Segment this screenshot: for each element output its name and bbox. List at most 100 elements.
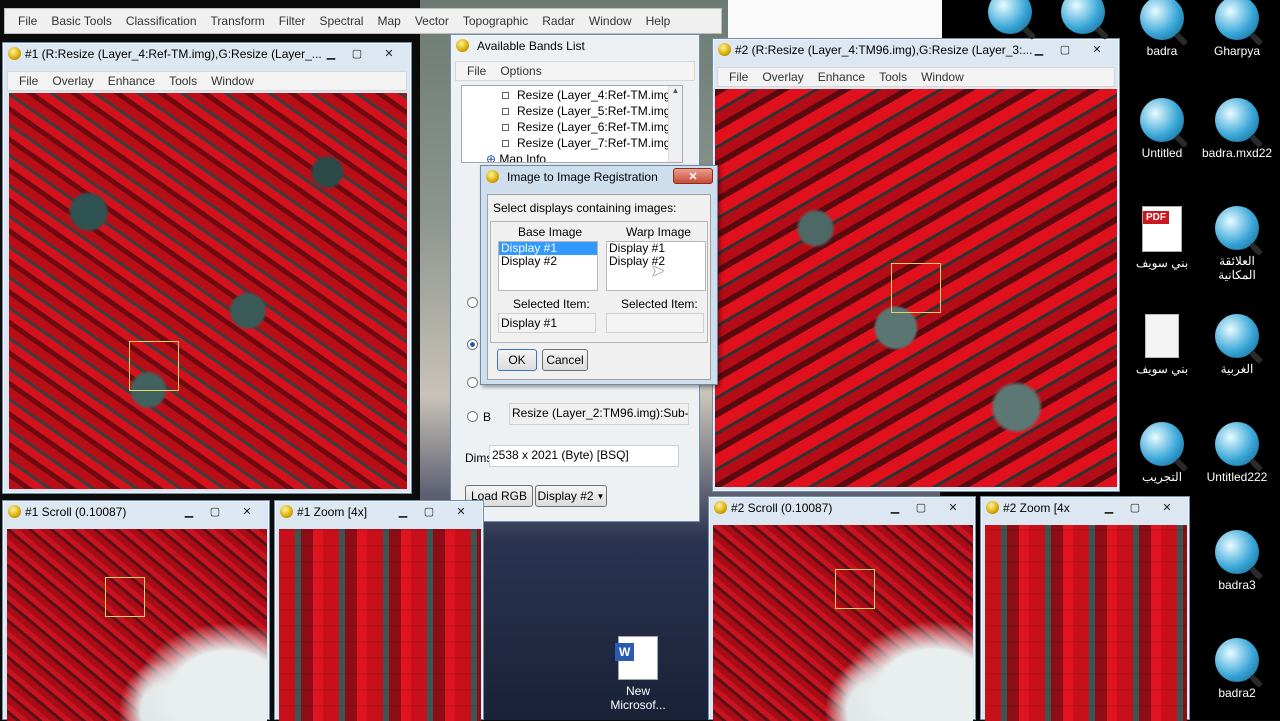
desktop-icon[interactable]: Untitled222 bbox=[1202, 422, 1272, 484]
minimize-icon[interactable]: ▁ bbox=[391, 503, 415, 519]
close-icon[interactable]: ✕ bbox=[229, 503, 265, 519]
blank-file-icon bbox=[1145, 314, 1179, 358]
display2-menu-tools[interactable]: Tools bbox=[872, 70, 914, 84]
list-item[interactable]: Display #2 bbox=[499, 255, 597, 268]
menu-help[interactable]: Help bbox=[639, 14, 678, 28]
warp-image-header: Warp Image bbox=[626, 225, 691, 239]
band-item[interactable]: Resize (Layer_4:Ref-TM.img) bbox=[502, 88, 674, 102]
menu-map[interactable]: Map bbox=[370, 14, 407, 28]
desktop-icon[interactable]: التجريب bbox=[1127, 422, 1197, 484]
envi-app-icon bbox=[456, 39, 469, 52]
display1-menu-file[interactable]: File bbox=[12, 74, 45, 88]
menu-vector[interactable]: Vector bbox=[408, 14, 456, 28]
zoom1-image[interactable] bbox=[279, 529, 481, 721]
band-item[interactable]: Resize (Layer_5:Ref-TM.img) bbox=[502, 104, 674, 118]
bands-tree: Resize (Layer_4:Ref-TM.img) Resize (Laye… bbox=[461, 85, 683, 163]
minimize-icon[interactable]: ▁ bbox=[883, 499, 907, 515]
radio-button[interactable] bbox=[467, 377, 478, 388]
desktop-icon[interactable]: العلائقة المكانية bbox=[1202, 206, 1272, 282]
globe-icon bbox=[1215, 638, 1259, 682]
minimize-icon[interactable]: ▁ bbox=[1027, 41, 1051, 57]
desktop-icon[interactable] bbox=[1048, 0, 1118, 38]
display1-menu-window[interactable]: Window bbox=[204, 74, 261, 88]
maximize-icon[interactable]: ▢ bbox=[909, 499, 933, 515]
display2-menu-enhance[interactable]: Enhance bbox=[811, 70, 872, 84]
display2-image[interactable] bbox=[715, 89, 1117, 487]
zoom2-image[interactable] bbox=[985, 525, 1187, 721]
display1-menu-overlay[interactable]: Overlay bbox=[45, 74, 100, 88]
radio-button[interactable] bbox=[467, 339, 478, 350]
cancel-button[interactable]: Cancel bbox=[542, 349, 588, 371]
globe-icon bbox=[1215, 0, 1259, 40]
display2-menubar: File Overlay Enhance Tools Window bbox=[717, 67, 1115, 87]
globe-icon bbox=[1215, 422, 1259, 466]
zoom-box[interactable] bbox=[891, 263, 941, 313]
desktop-icon[interactable]: بني سويف bbox=[1127, 314, 1197, 376]
bands-menu-file[interactable]: File bbox=[460, 64, 493, 78]
globe-icon bbox=[988, 0, 1032, 34]
scroll1-title: #1 Scroll (0.10087) bbox=[25, 505, 127, 519]
menu-basic-tools[interactable]: Basic Tools bbox=[44, 14, 118, 28]
maximize-icon[interactable]: ▢ bbox=[417, 503, 441, 519]
display1-image[interactable] bbox=[9, 93, 407, 489]
desktop-icon[interactable]: Gharpya bbox=[1202, 0, 1272, 58]
menu-radar[interactable]: Radar bbox=[535, 14, 582, 28]
base-image-list[interactable]: Display #1 Display #2 bbox=[498, 241, 598, 291]
scroll-box[interactable] bbox=[105, 577, 145, 617]
menu-file[interactable]: File bbox=[11, 14, 44, 28]
tree-scrollbar[interactable]: ▲ bbox=[668, 86, 682, 162]
desktop-icon[interactable]: Untitled bbox=[1127, 98, 1197, 160]
menu-filter[interactable]: Filter bbox=[272, 14, 313, 28]
close-icon[interactable]: ✕ bbox=[1149, 499, 1185, 515]
radio-button[interactable] bbox=[467, 297, 478, 308]
radio-button-b[interactable] bbox=[467, 411, 478, 422]
display1-window: #1 (R:Resize (Layer_4:Ref-TM.img),G:Resi… bbox=[2, 42, 412, 494]
minimize-icon[interactable]: ▁ bbox=[1097, 499, 1121, 515]
desktop-icon[interactable]: badra2 bbox=[1202, 638, 1272, 700]
scroll-box[interactable] bbox=[835, 569, 875, 609]
minimize-icon[interactable]: ▁ bbox=[319, 45, 343, 61]
bands-titlebar[interactable]: Available Bands List bbox=[451, 35, 699, 57]
window-controls: ▁ ▢ ✕ bbox=[883, 499, 971, 515]
bands-menu-options[interactable]: Options bbox=[493, 64, 548, 78]
window-controls: ▁ ▢ ✕ bbox=[1027, 41, 1115, 57]
minimize-icon[interactable]: ▁ bbox=[177, 503, 201, 519]
maximize-icon[interactable]: ▢ bbox=[1123, 499, 1147, 515]
display2-menu-overlay[interactable]: Overlay bbox=[755, 70, 810, 84]
desktop-icon[interactable]: badra bbox=[1127, 0, 1197, 58]
display1-menu-enhance[interactable]: Enhance bbox=[101, 74, 162, 88]
maximize-icon[interactable]: ▢ bbox=[203, 503, 227, 519]
desktop-icon[interactable]: PDF بني سويف bbox=[1127, 206, 1197, 270]
scroll2-image[interactable] bbox=[713, 525, 973, 721]
close-icon[interactable]: ✕ bbox=[371, 45, 407, 61]
display2-menu-window[interactable]: Window bbox=[914, 70, 971, 84]
menu-spectral[interactable]: Spectral bbox=[312, 14, 370, 28]
pdf-icon: PDF bbox=[1142, 206, 1182, 252]
desktop-icon-word-file[interactable]: W New Microsof... bbox=[602, 636, 674, 712]
close-icon[interactable]: ✕ bbox=[443, 503, 479, 519]
menu-window[interactable]: Window bbox=[582, 14, 639, 28]
desktop-icon[interactable]: badra3 bbox=[1202, 530, 1272, 592]
window-controls: ▁ ▢ ✕ bbox=[1097, 499, 1185, 515]
ok-button[interactable]: OK bbox=[497, 349, 537, 371]
desktop-icon[interactable] bbox=[975, 0, 1045, 38]
menu-transform[interactable]: Transform bbox=[204, 14, 272, 28]
close-icon[interactable]: ✕ bbox=[673, 168, 713, 184]
map-info-item[interactable]: ⊕ Map Info bbox=[486, 152, 546, 162]
maximize-icon[interactable]: ▢ bbox=[345, 45, 369, 61]
globe-icon bbox=[1215, 314, 1259, 358]
band-item[interactable]: Resize (Layer_6:Ref-TM.img) bbox=[502, 120, 674, 134]
desktop-icon[interactable]: badra.mxd22 bbox=[1202, 98, 1272, 160]
display1-menu-tools[interactable]: Tools bbox=[162, 74, 204, 88]
desktop-icon[interactable]: الغربية bbox=[1202, 314, 1272, 376]
band-item[interactable]: Resize (Layer_7:Ref-TM.img) bbox=[502, 136, 674, 150]
scroll1-image[interactable] bbox=[7, 529, 267, 721]
display2-menu-file[interactable]: File bbox=[722, 70, 755, 84]
menu-topographic[interactable]: Topographic bbox=[456, 14, 535, 28]
close-icon[interactable]: ✕ bbox=[1079, 41, 1115, 57]
menu-classification[interactable]: Classification bbox=[119, 14, 204, 28]
zoom-box[interactable] bbox=[129, 341, 179, 391]
close-icon[interactable]: ✕ bbox=[935, 499, 971, 515]
display-select-dropdown[interactable]: Display #2 ▼ bbox=[535, 485, 607, 507]
maximize-icon[interactable]: ▢ bbox=[1053, 41, 1077, 57]
